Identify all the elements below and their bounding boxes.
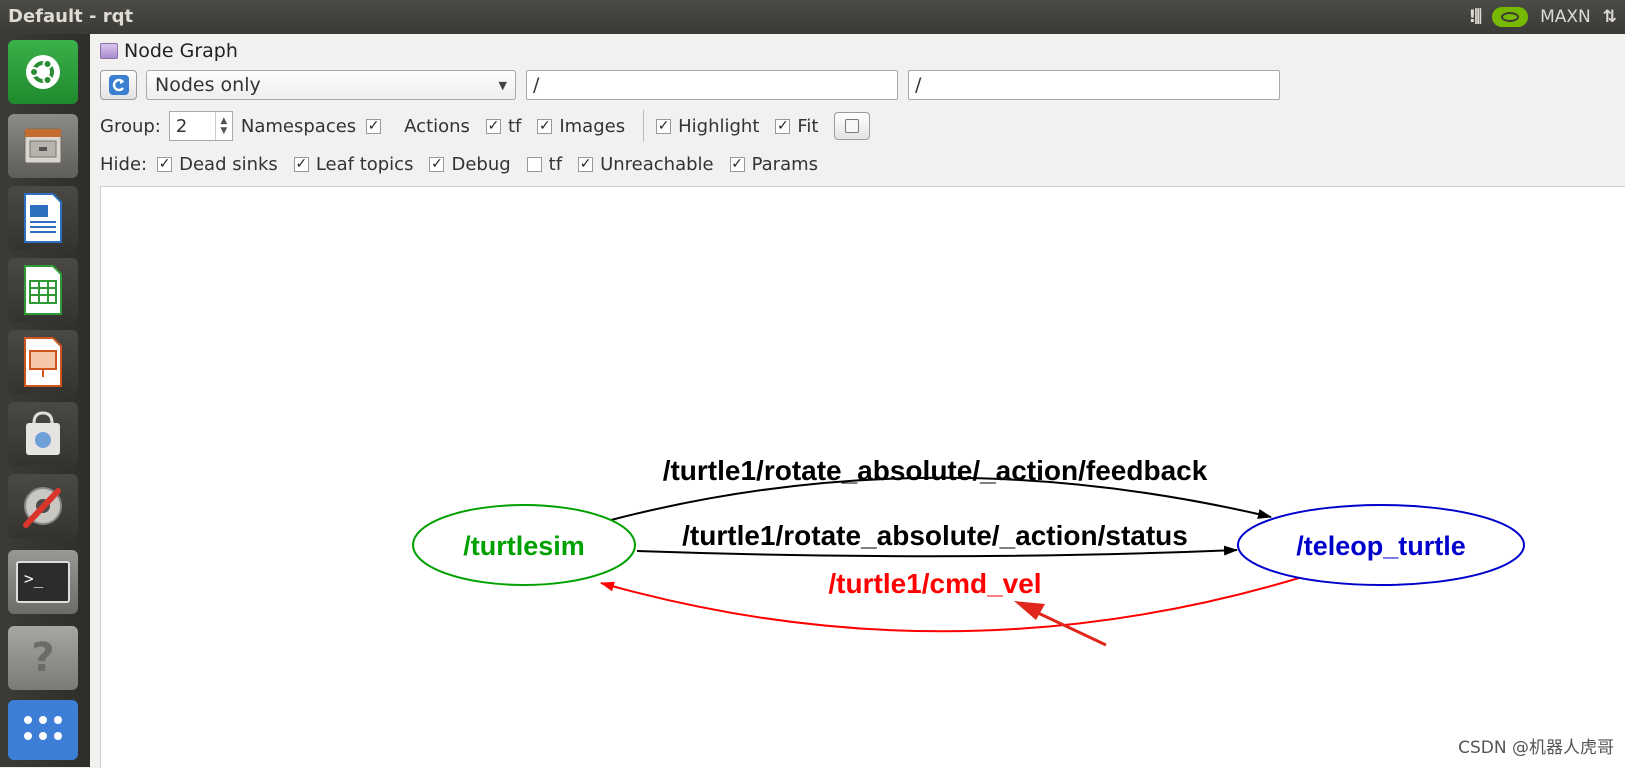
group-spinbox[interactable]: 2 ▲▼	[169, 111, 233, 141]
launcher-software-center[interactable]	[8, 402, 78, 466]
watermark: CSDN @机器人虎哥	[1458, 733, 1614, 758]
rqt-main-panel: Node Graph Nodes only ▼ / / Group: 2 ▲▼ …	[90, 34, 1625, 767]
namespaces-option[interactable]: Namespaces ✓	[241, 116, 388, 137]
topic-filter-input[interactable]: /	[908, 70, 1280, 100]
graph-mode-select[interactable]: Nodes only ▼	[146, 70, 516, 100]
unreachable-label: Unreachable	[600, 154, 714, 175]
leaf-topics-label: Leaf topics	[316, 154, 414, 175]
toolbar-row: Nodes only ▼ / /	[100, 70, 1280, 100]
help-question-icon: ?	[31, 635, 54, 681]
save-image-icon	[845, 119, 859, 133]
images-checkbox[interactable]: ✓	[537, 119, 552, 134]
highlight-label: Highlight	[678, 116, 759, 137]
launcher-writer[interactable]	[8, 186, 78, 250]
plugin-title-bar: Node Graph	[100, 40, 238, 62]
dead-sinks-checkbox[interactable]: ✓	[157, 157, 172, 172]
system-tray: !⫼ MAXN ⇅	[1469, 4, 1625, 30]
settings-gear-wrench-icon	[16, 479, 70, 533]
annotation-arrow-icon	[1014, 601, 1045, 620]
dead-sinks-label: Dead sinks	[179, 154, 278, 175]
debug-label: Debug	[451, 154, 510, 175]
document-icon	[20, 191, 66, 245]
actions-option[interactable]: Actions	[404, 116, 470, 137]
top-panel: Default - rqt !⫼ MAXN ⇅	[0, 0, 1625, 34]
node-label-teleop-turtle[interactable]: /teleop_turtle	[1296, 531, 1466, 561]
chevron-down-icon: ▼	[499, 79, 507, 92]
namespaces-checkbox[interactable]: ✓	[366, 119, 381, 134]
nvidia-icon[interactable]	[1492, 7, 1528, 27]
refresh-icon	[108, 74, 130, 96]
actions-label: Actions	[404, 116, 470, 137]
terminal-icon: >_	[16, 561, 70, 603]
hide-tf-option[interactable]: tf	[527, 154, 562, 175]
graph-canvas[interactable]: /turtle1/rotate_absolute/_action/feedbac…	[100, 186, 1625, 768]
edge-label-feedback[interactable]: /turtle1/rotate_absolute/_action/feedbac…	[663, 455, 1208, 486]
unreachable-checkbox[interactable]: ✓	[578, 157, 593, 172]
launcher-apps[interactable]	[8, 700, 78, 760]
fit-label: Fit	[797, 116, 818, 137]
params-checkbox[interactable]: ✓	[730, 157, 745, 172]
highlight-checkbox[interactable]: ✓	[656, 119, 671, 134]
params-label: Params	[752, 154, 818, 175]
launcher-bar: >_ ?	[0, 34, 90, 767]
hide-label: Hide:	[100, 154, 147, 175]
leaf-topics-option[interactable]: ✓ Leaf topics	[294, 154, 414, 175]
app-grid-icon	[18, 710, 68, 750]
power-mode-label[interactable]: MAXN	[1540, 7, 1591, 27]
images-option[interactable]: ✓ Images	[537, 116, 625, 137]
node-graph[interactable]: /turtle1/rotate_absolute/_action/feedbac…	[101, 187, 1625, 768]
launcher-terminal[interactable]: >_	[8, 550, 78, 614]
debug-checkbox[interactable]: ✓	[429, 157, 444, 172]
spin-arrows-icon[interactable]: ▲▼	[215, 112, 232, 140]
launcher-ubuntu[interactable]	[8, 40, 78, 104]
node-label-turtlesim[interactable]: /turtlesim	[463, 531, 585, 561]
graph-mode-value: Nodes only	[155, 74, 261, 96]
refresh-button[interactable]	[100, 70, 137, 100]
hide-tf-checkbox[interactable]	[527, 157, 542, 172]
topic-filter-value: /	[915, 74, 921, 96]
tf-option[interactable]: ✓ tf	[486, 116, 521, 137]
node-graph-plugin-icon	[100, 43, 118, 59]
images-label: Images	[559, 116, 625, 137]
namespace-filter-input[interactable]: /	[526, 70, 898, 100]
dead-sinks-option[interactable]: ✓ Dead sinks	[157, 154, 278, 175]
hide-tf-label: tf	[549, 154, 562, 175]
launcher-calc[interactable]	[8, 258, 78, 322]
edge-label-cmd-vel[interactable]: /turtle1/cmd_vel	[828, 568, 1041, 599]
namespaces-label: Namespaces	[241, 116, 356, 137]
tf-label: tf	[508, 116, 521, 137]
launcher-impress[interactable]	[8, 330, 78, 394]
file-cabinet-icon	[20, 123, 66, 169]
params-option[interactable]: ✓ Params	[730, 154, 818, 175]
highlight-option[interactable]: ✓ Highlight	[656, 116, 759, 137]
transfer-icon[interactable]: ⇅	[1603, 7, 1617, 27]
save-image-button[interactable]	[834, 112, 870, 140]
unreachable-option[interactable]: ✓ Unreachable	[578, 154, 714, 175]
edge-label-status[interactable]: /turtle1/rotate_absolute/_action/status	[682, 520, 1188, 551]
shopping-bag-icon	[20, 409, 66, 459]
hide-row: Hide: ✓ Dead sinks ✓ Leaf topics ✓ Debug tf…	[100, 150, 834, 178]
window-title: Default - rqt	[8, 6, 133, 27]
tf-checkbox[interactable]: ✓	[486, 119, 501, 134]
presentation-icon	[20, 335, 66, 389]
group-value: 2	[176, 116, 187, 137]
namespace-filter-value: /	[533, 74, 539, 96]
debug-option[interactable]: ✓ Debug	[429, 154, 510, 175]
launcher-settings[interactable]	[8, 474, 78, 538]
group-label: Group:	[100, 116, 161, 137]
network-icon[interactable]: !⫼	[1469, 7, 1481, 27]
launcher-help[interactable]: ?	[8, 626, 78, 690]
annotation-arrow-shaft	[1036, 612, 1106, 645]
plugin-title: Node Graph	[124, 40, 238, 62]
options-row: Group: 2 ▲▼ Namespaces ✓ Actions ✓ tf ✓ Ima…	[100, 110, 870, 142]
fit-option[interactable]: ✓ Fit	[775, 116, 818, 137]
ubuntu-icon	[23, 52, 63, 92]
options-divider	[643, 110, 644, 142]
spreadsheet-icon	[20, 263, 66, 317]
leaf-topics-checkbox[interactable]: ✓	[294, 157, 309, 172]
fit-checkbox[interactable]: ✓	[775, 119, 790, 134]
launcher-files[interactable]	[8, 114, 78, 178]
